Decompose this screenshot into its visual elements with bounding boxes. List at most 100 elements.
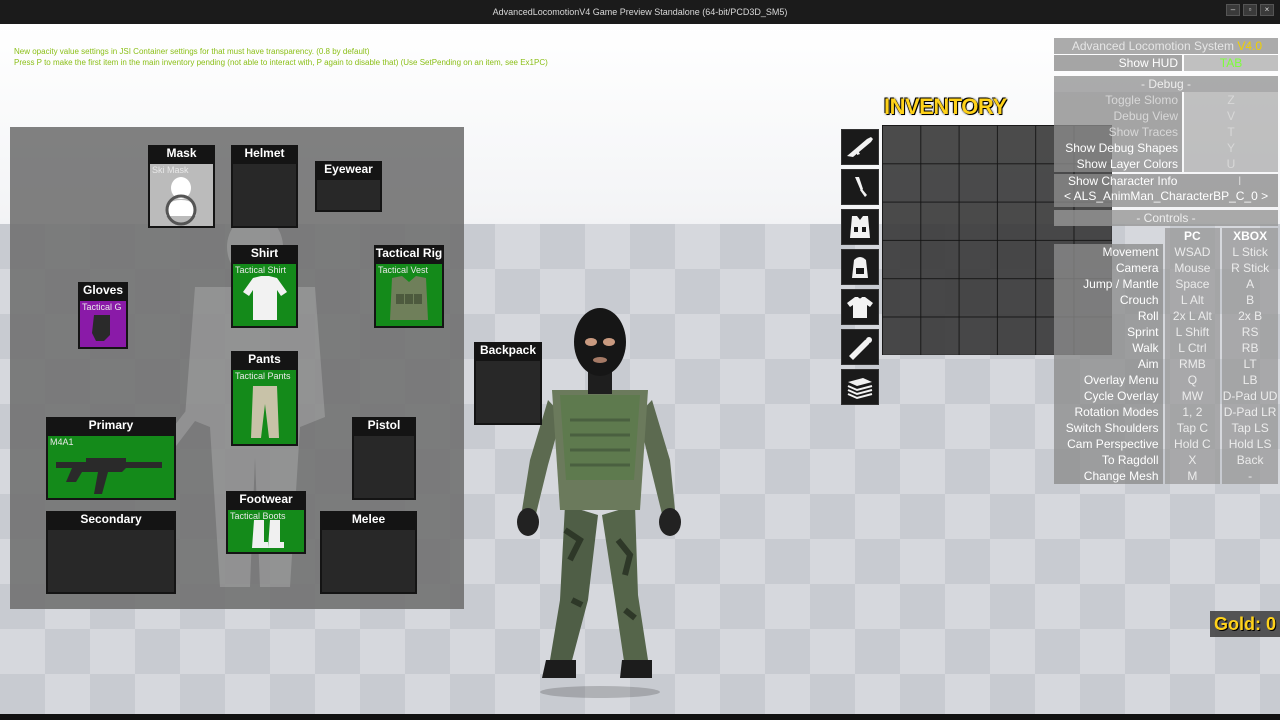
gold-counter: Gold: 0 xyxy=(1210,611,1280,637)
slot-primary[interactable]: Primary M4A1 xyxy=(46,417,176,500)
hud-debug-key: Z xyxy=(1184,92,1278,108)
hud-control-label: Overlay Menu xyxy=(1054,372,1163,388)
hud-control-label: Aim xyxy=(1054,356,1163,372)
slot-footwear-item: Tactical Boots xyxy=(230,511,286,521)
hud-control-label: Change Mesh xyxy=(1054,468,1163,484)
hud-controls-header: - Controls - xyxy=(1054,210,1278,226)
close-button[interactable]: × xyxy=(1260,4,1274,16)
hud-control-xbox: Tap LS xyxy=(1222,420,1278,436)
help-line-2: Press P to make the first item in the ma… xyxy=(14,58,548,67)
slot-footwear[interactable]: Footwear Tactical Boots xyxy=(226,491,306,554)
hud-control-xbox: RB xyxy=(1222,340,1278,356)
tab-throwables[interactable] xyxy=(841,329,879,365)
hud-control-label: Crouch xyxy=(1054,292,1163,308)
window-titlebar: AdvancedLocomotionV4 Game Preview Standa… xyxy=(0,0,1280,26)
hud-control-xbox: Hold LS xyxy=(1222,436,1278,452)
slot-shirt-item: Tactical Shirt xyxy=(235,265,287,275)
hud-control-pc: 1, 2 xyxy=(1164,404,1221,420)
slot-mask-item: Ski Mask xyxy=(152,165,189,175)
hud-control-row: Overlay Menu Q LB xyxy=(1054,372,1278,388)
hud-control-pc: Hold C xyxy=(1164,436,1221,452)
slot-tactical-rig[interactable]: Tactical Rig Tactical Vest xyxy=(374,245,444,328)
knife-icon xyxy=(855,177,867,197)
slot-gloves[interactable]: Gloves Tactical G xyxy=(78,282,128,349)
hud-debug-label: Show Layer Colors xyxy=(1054,156,1182,172)
hud-control-xbox: D-Pad UD xyxy=(1222,388,1278,404)
game-viewport[interactable]: New opacity value settings in JSI Contai… xyxy=(0,24,1280,714)
tab-vests[interactable] xyxy=(841,209,879,245)
hud-controls-list: Movement WSAD L Stick Camera Mouse R Stick J… xyxy=(1054,244,1278,484)
window-bottom-edge xyxy=(0,714,1280,720)
minimize-button[interactable]: – xyxy=(1226,4,1240,16)
slot-tactical-rig-item: Tactical Vest xyxy=(378,265,429,275)
hud-debug-key: V xyxy=(1184,108,1278,124)
money-icon xyxy=(847,378,873,400)
help-line-1: New opacity value settings in JSI Contai… xyxy=(14,47,370,56)
slot-backpack[interactable]: Backpack xyxy=(474,342,542,425)
hud-debug-label: Debug View xyxy=(1054,108,1182,124)
hud-charinfo-key: I xyxy=(1238,174,1242,188)
hud-debug-row: Show Layer Colors U xyxy=(1054,156,1278,172)
slot-pistol[interactable]: Pistol xyxy=(352,417,416,500)
slot-shirt[interactable]: Shirt Tactical Shirt xyxy=(231,245,298,328)
hud-control-row: Crouch L Alt B xyxy=(1054,292,1278,308)
hud-showhud-row: Show HUD TAB xyxy=(1054,55,1278,71)
backpack-icon xyxy=(852,257,868,278)
tab-backpacks[interactable] xyxy=(841,249,879,285)
hud-charinfo-value: < ALS_AnimMan_CharacterBP_C_0 > xyxy=(1064,189,1269,203)
hud-debug-row: Show Traces T xyxy=(1054,124,1278,140)
tab-weapons[interactable] xyxy=(841,129,879,165)
hud-control-pc: L Shift xyxy=(1164,324,1221,340)
hud-control-label: Switch Shoulders xyxy=(1054,420,1163,436)
als-hud: Advanced Locomotion System V4.0 Show HUD… xyxy=(1054,38,1278,484)
hud-control-label: Cycle Overlay State xyxy=(1054,388,1163,419)
hud-control-xbox: L Stick xyxy=(1222,244,1278,260)
slot-secondary[interactable]: Secondary xyxy=(46,511,176,594)
slot-gloves-item: Tactical G xyxy=(82,302,122,312)
hud-control-pc: Tap C xyxy=(1164,420,1221,436)
slot-mask[interactable]: Mask Ski Mask xyxy=(148,145,215,228)
hud-control-label: Jump / Mantle xyxy=(1054,276,1163,292)
maximize-button[interactable]: ▫ xyxy=(1243,4,1257,16)
slot-melee[interactable]: Melee xyxy=(320,511,417,594)
slot-mask-label: Mask xyxy=(148,145,215,162)
hud-debug-row: Toggle Slomo Z xyxy=(1054,92,1278,108)
slot-primary-item: M4A1 xyxy=(50,437,74,447)
hud-control-xbox: B xyxy=(1222,292,1278,308)
hud-controls-spacer xyxy=(1054,228,1163,244)
grenade-icon xyxy=(849,337,872,360)
hud-control-pc: L Alt xyxy=(1164,292,1221,308)
slot-eyewear[interactable]: Eyewear xyxy=(315,161,382,212)
help-text: New opacity value settings in JSI Contai… xyxy=(14,46,548,68)
hud-debug-key: T xyxy=(1184,124,1278,140)
hud-version: V4.0 xyxy=(1237,39,1262,53)
tab-clothing[interactable] xyxy=(841,289,879,325)
slot-helmet[interactable]: Helmet xyxy=(231,145,298,228)
pants-item-icon xyxy=(251,386,279,438)
hud-control-pc: M xyxy=(1164,468,1221,484)
hud-control-label: Walk xyxy=(1054,340,1163,356)
slot-pants[interactable]: Pants Tactical Pants xyxy=(231,351,298,446)
hud-control-label: Roll xyxy=(1054,308,1163,324)
hud-debug-row: Debug View V xyxy=(1054,108,1278,124)
hud-control-xbox: R Stick xyxy=(1222,260,1278,276)
slot-pants-item: Tactical Pants xyxy=(235,371,291,381)
hud-control-pc: RMB xyxy=(1164,356,1221,372)
slot-gloves-label: Gloves xyxy=(78,282,128,299)
hud-control-xbox: Back xyxy=(1222,452,1278,468)
hud-control-row: Movement WSAD L Stick xyxy=(1054,244,1278,260)
hud-control-pc: Q xyxy=(1164,372,1221,388)
hud-control-pc: WSAD xyxy=(1164,244,1221,260)
hud-control-pc: X xyxy=(1164,452,1221,468)
hud-control-row: Change Mesh M - xyxy=(1054,468,1278,484)
hud-control-row: Jump / Mantle Space A xyxy=(1054,276,1278,292)
hud-control-row: Switch Shoulders Tap C Tap LS xyxy=(1054,420,1278,436)
hud-debug-key: U xyxy=(1184,156,1278,172)
hud-control-row: Camera Mouse R Stick xyxy=(1054,260,1278,276)
tab-melee[interactable] xyxy=(841,169,879,205)
hud-control-label: Movement xyxy=(1054,244,1163,260)
hud-control-label: To Ragdoll xyxy=(1054,452,1163,468)
shirt-icon xyxy=(847,297,873,318)
inventory-title: INVENTORY xyxy=(884,94,1007,119)
tab-money[interactable] xyxy=(841,369,879,405)
